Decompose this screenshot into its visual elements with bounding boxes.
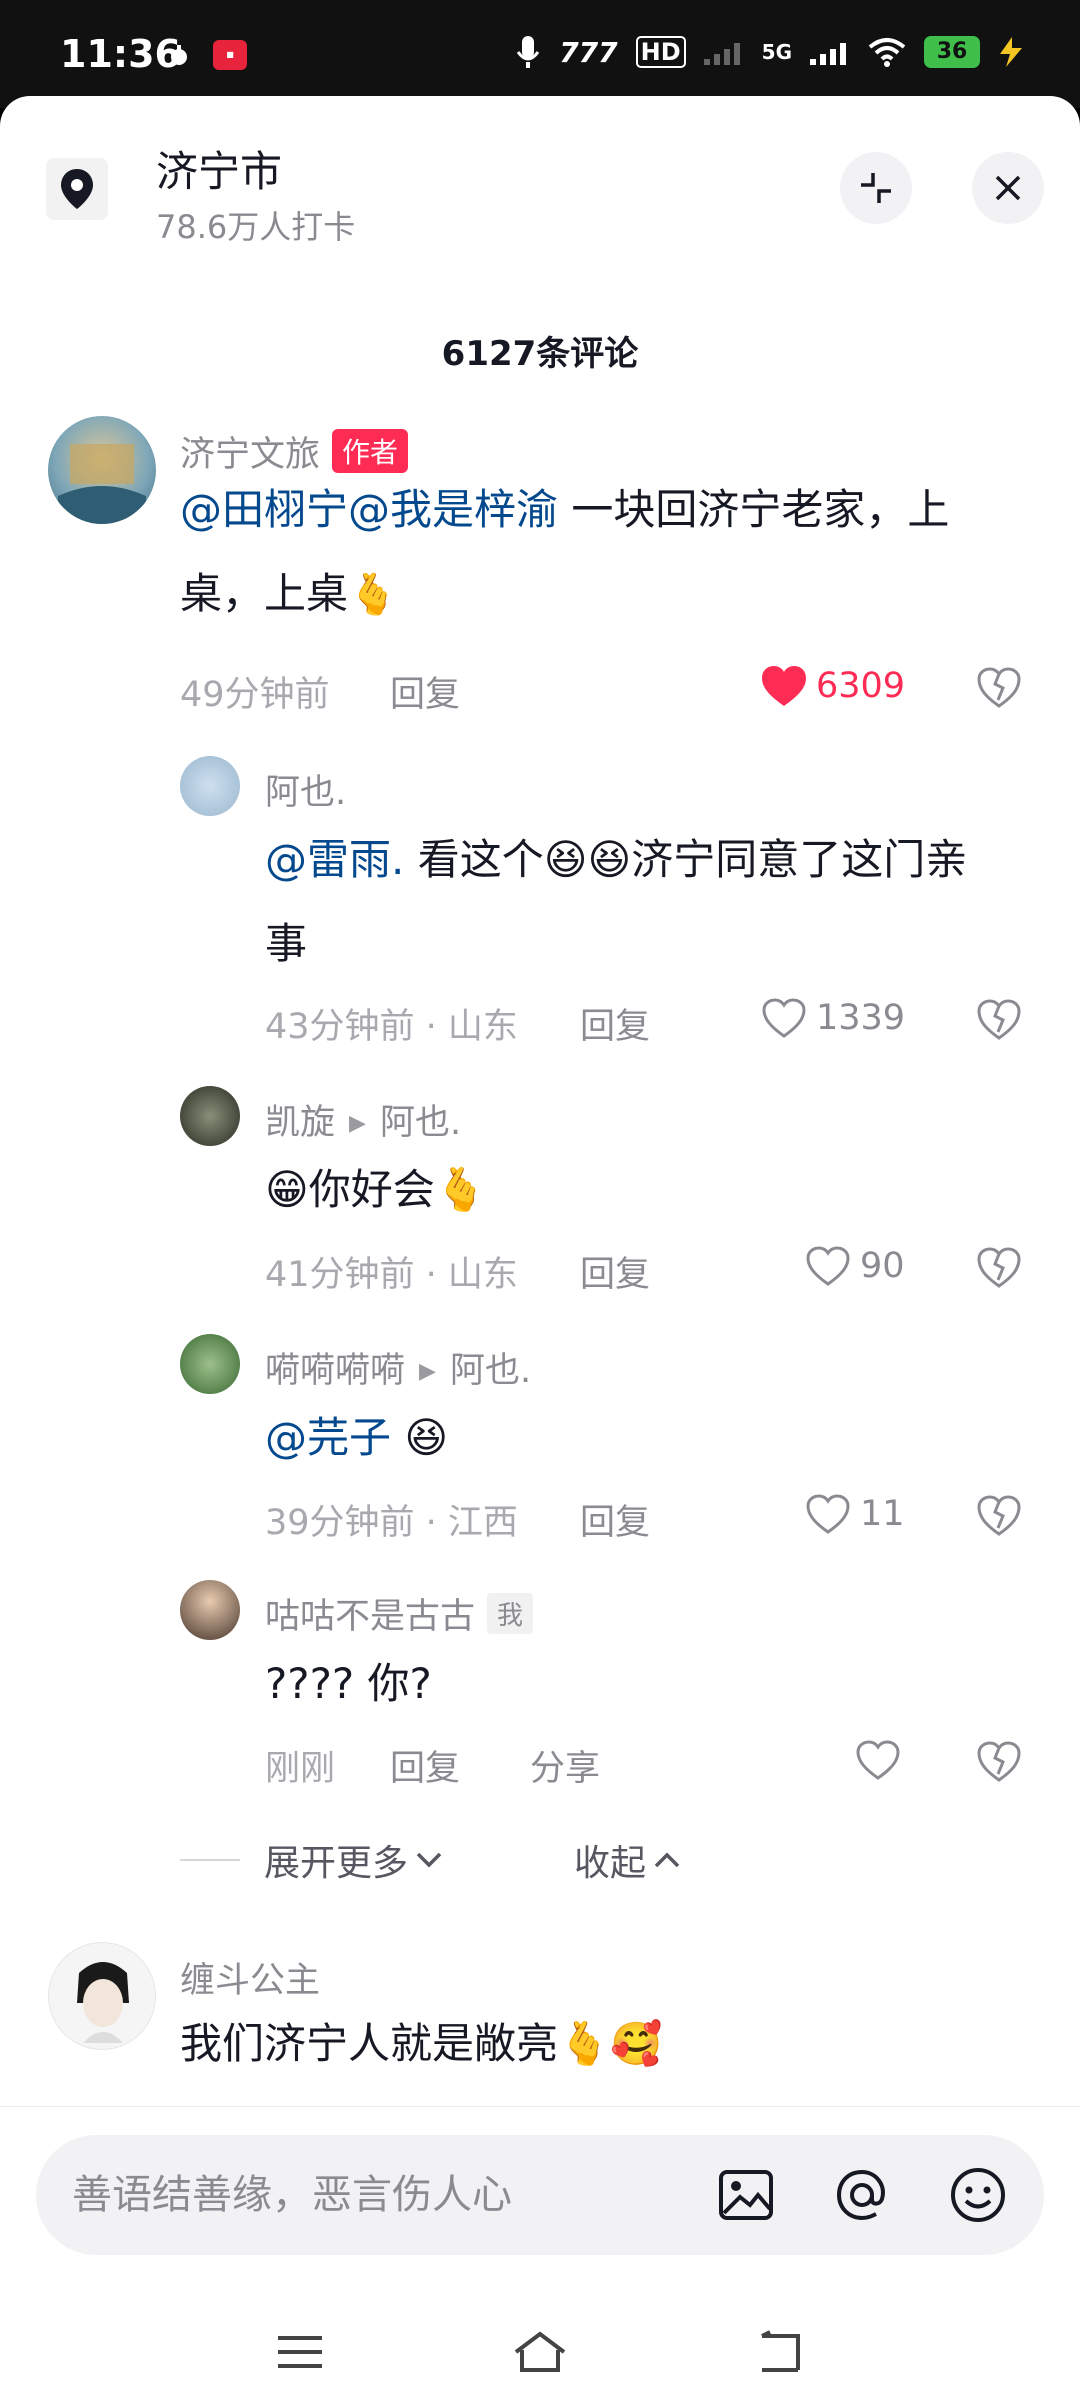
reply-arrow-icon: ▶: [419, 1359, 436, 1384]
comment-username[interactable]: 咕咕不是古古我: [265, 1588, 534, 1639]
replies-expand-row: 展开更多 收起: [180, 1830, 980, 1890]
comment-username[interactable]: 阿也.: [265, 764, 346, 815]
comment-time: 刚刚: [265, 1749, 336, 1789]
divider-line: [180, 1859, 240, 1861]
checkin-count: 78.6万人打卡: [156, 208, 356, 246]
avatar[interactable]: [48, 1942, 156, 2050]
like-button[interactable]: [854, 1738, 902, 1782]
recent-apps-button[interactable]: [265, 2322, 335, 2382]
heart-outline-icon: [762, 998, 806, 1038]
reply-button[interactable]: 回复: [580, 998, 650, 1049]
like-count: 90: [860, 1246, 905, 1286]
signal-icon: [810, 43, 846, 65]
comment-username[interactable]: 缠斗公主: [180, 1952, 320, 2003]
battery-indicator: 36: [924, 36, 980, 68]
status-notification-icons: ■: [165, 40, 247, 70]
wifi-icon: [868, 38, 906, 67]
comment-text: @芫子 😆: [265, 1413, 449, 1462]
chevron-down-icon: [416, 1852, 442, 1868]
dislike-icon[interactable]: [976, 1246, 1022, 1288]
reply-arrow-icon: ▶: [349, 1111, 366, 1136]
red-app-icon: ■: [213, 40, 247, 70]
comment-text: @田栩宁@我是梓渝 一块回济宁老家，上 桌，上桌🫰: [180, 485, 950, 618]
network-type: 5G: [761, 40, 792, 64]
comment-text: ???? 你?: [265, 1659, 432, 1708]
comment-time: 43分钟前 · 山东: [265, 1007, 518, 1047]
heart-outline-icon: [806, 1246, 850, 1286]
reply-button[interactable]: 回复: [580, 1494, 650, 1545]
finger-heart-emoji: 🫰: [348, 572, 398, 618]
comment-input-box: [36, 2135, 1044, 2255]
like-button[interactable]: 90: [804, 1244, 905, 1288]
avatar[interactable]: [180, 1580, 240, 1640]
dislike-icon[interactable]: [976, 1740, 1022, 1782]
comment-time: 39分钟前 · 江西: [265, 1503, 518, 1543]
dislike-icon[interactable]: [976, 666, 1022, 708]
location-pin-icon[interactable]: [46, 158, 108, 220]
me-badge: 我: [487, 1593, 534, 1634]
mention-link[interactable]: @田栩宁@我是梓渝: [180, 485, 558, 534]
home-icon: [514, 2331, 566, 2372]
chevron-up-icon: [654, 1852, 680, 1868]
minimize-button[interactable]: [840, 152, 912, 224]
location-header: 济宁市 78.6万人打卡: [0, 96, 1080, 276]
mention-link[interactable]: @芫子: [265, 1413, 391, 1462]
like-button[interactable]: 11: [804, 1492, 905, 1536]
comment-time: 41分钟前 · 山东: [265, 1255, 518, 1295]
author-badge: 作者: [332, 429, 409, 473]
comment-item: 济宁文旅 作者 @田栩宁@我是梓渝 一块回济宁老家，上 桌，上桌🫰: [0, 416, 1080, 706]
mic-icon: [516, 36, 540, 68]
charging-icon: [1000, 37, 1022, 67]
home-button[interactable]: [505, 2322, 575, 2382]
back-icon: [761, 2330, 800, 2372]
collapse-arrows-icon: [861, 173, 891, 203]
comments-sheet: 济宁市 78.6万人打卡 6127条评论 济宁文旅 作者 @田栩宁@我是梓渝 一块…: [0, 96, 1080, 2400]
signal-weak-icon: [703, 43, 740, 65]
comment-text: @雷雨. 看这个😆😆济宁同意了这门亲 事: [265, 835, 968, 968]
comment-username[interactable]: 凯旋 ▶ 阿也.: [265, 1094, 461, 1145]
comment-input[interactable]: [72, 2135, 692, 2255]
comment-username[interactable]: 嗬嗬嗬嗬 ▶ 阿也.: [265, 1342, 531, 1393]
comment-time: 49分钟前: [180, 675, 330, 715]
avatar[interactable]: [180, 1086, 240, 1146]
image-icon[interactable]: [716, 2165, 776, 2225]
heart-filled-icon: [762, 666, 806, 706]
like-count: 6309: [816, 666, 906, 706]
mention-link[interactable]: @雷雨.: [265, 835, 404, 884]
app-notification-icon: [171, 45, 187, 65]
back-button[interactable]: [745, 2322, 815, 2382]
emoji-icon[interactable]: [948, 2165, 1008, 2225]
like-button[interactable]: 6309: [760, 664, 905, 708]
like-button[interactable]: 1339: [760, 996, 905, 1040]
like-count: 1339: [816, 998, 906, 1038]
comment-text: 我们济宁人就是敞亮🫰🥰: [180, 2019, 663, 2068]
status-time: 11:36: [60, 32, 181, 76]
share-button[interactable]: 分享: [530, 1740, 600, 1791]
dislike-icon[interactable]: [976, 1494, 1022, 1536]
avatar[interactable]: [180, 1334, 240, 1394]
comment-count-title: 6127条评论: [441, 334, 639, 374]
comment-text: 😁你好会🫰: [265, 1165, 488, 1214]
status-bar: 11:36 ■ 777 HD 5G 36: [0, 0, 1080, 108]
avatar[interactable]: [180, 756, 240, 816]
system-nav-bar: [0, 2304, 1080, 2400]
status-right-icons: 777 HD 5G 36: [515, 34, 1024, 70]
close-button[interactable]: [972, 152, 1044, 224]
hd-icon: HD: [635, 36, 686, 68]
location-name[interactable]: 济宁市: [156, 138, 282, 199]
dislike-icon[interactable]: [976, 998, 1022, 1040]
avatar[interactable]: [48, 416, 156, 524]
reply-button[interactable]: 回复: [580, 1246, 650, 1297]
volte-icon: 777: [559, 35, 618, 69]
expand-more-button[interactable]: 展开更多: [264, 1834, 444, 1886]
at-mention-icon[interactable]: [832, 2165, 892, 2225]
menu-icon: [278, 2336, 322, 2368]
heart-outline-icon: [806, 1494, 850, 1534]
reply-button[interactable]: 回复: [390, 666, 460, 717]
collapse-button[interactable]: 收起: [574, 1834, 682, 1886]
reply-button[interactable]: 回复: [390, 1740, 460, 1791]
close-icon: [995, 175, 1021, 201]
like-count: 11: [860, 1494, 905, 1534]
comment-input-bar: [0, 2106, 1080, 2304]
